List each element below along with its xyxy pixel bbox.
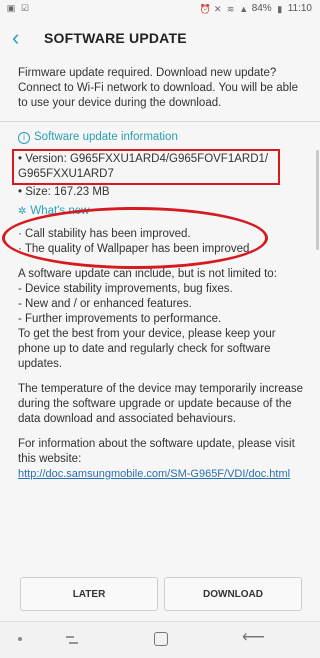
divider: [0, 121, 320, 122]
later-button[interactable]: LATER: [20, 577, 158, 611]
mute-icon: ✕: [213, 3, 222, 14]
temperature-note: The temperature of the device may tempor…: [18, 383, 304, 425]
details-intro: A software update can include, but is no…: [18, 268, 277, 280]
action-buttons: LATER DOWNLOAD: [20, 577, 302, 611]
details-item: - Device stability improvements, bug fix…: [18, 283, 233, 295]
advice-text: To get the best from your device, please…: [18, 328, 276, 370]
back-icon[interactable]: ⟵: [242, 630, 265, 646]
status-time: 11:10: [287, 3, 312, 14]
update-content: Firmware update required. Download new u…: [0, 66, 320, 482]
intro-text: Firmware update required. Download new u…: [18, 67, 298, 109]
details-item: - Further improvements to performance.: [18, 313, 222, 325]
page-title: SOFTWARE UPDATE: [44, 30, 187, 46]
alarm-icon: ⏰: [199, 3, 211, 14]
status-bar: ▣ ☑ ⏰ ✕ ≋ ▲ 84% ▮ 11:10: [0, 0, 320, 18]
whats-new-icon: ✲: [18, 206, 27, 217]
whats-new-item: · Call stability has been improved.: [18, 228, 191, 240]
version-line-2: G965FXXU1ARD7: [18, 168, 114, 180]
home-icon[interactable]: [154, 632, 168, 646]
back-arrow-icon[interactable]: ‹: [12, 26, 34, 52]
doc-link[interactable]: http://doc.samsungmobile.com/SM-G965F/VD…: [18, 468, 290, 480]
download-button[interactable]: DOWNLOAD: [164, 577, 302, 611]
size-line: • Size: 167.23 MB: [18, 186, 110, 198]
scrollbar[interactable]: [316, 150, 319, 250]
recent-apps-icon[interactable]: [64, 634, 80, 646]
whats-new-list: · Call stability has been improved. · Th…: [2, 207, 310, 269]
info-section-heading: i Software update information: [18, 130, 310, 145]
battery-icon: ▮: [277, 3, 283, 14]
navigation-bar: ⟵: [0, 621, 320, 658]
version-annotation-box: • Version: G965FXXU1ARD4/G965FOVF1ARD1/ …: [12, 149, 280, 185]
whats-new-heading-text: What's new: [30, 205, 90, 217]
info-heading-text: Software update information: [34, 131, 178, 143]
wifi-icon: ≋: [226, 3, 235, 14]
app-bar: ‹ SOFTWARE UPDATE: [0, 18, 320, 60]
info-icon: i: [18, 131, 30, 144]
nav-dot-icon[interactable]: [18, 637, 22, 641]
battery-percent: 84%: [251, 3, 272, 14]
whats-new-heading: ✲ What's new: [18, 204, 310, 219]
status-right: ⏰ ✕ ≋ ▲ 84% ▮ 11:10: [200, 3, 312, 14]
check-icon: ☑: [20, 3, 30, 13]
version-line-1: • Version: G965FXXU1ARD4/G965FOVF1ARD1/: [18, 153, 269, 165]
status-left-icons: ▣ ☑: [6, 3, 30, 13]
whats-new-item: · The quality of Wallpaper has been impr…: [18, 243, 253, 255]
details-item: - New and / or enhanced features.: [18, 298, 192, 310]
gallery-icon: ▣: [6, 3, 16, 13]
more-info-text: For information about the software updat…: [18, 438, 295, 465]
signal-icon: ▲: [239, 3, 249, 14]
